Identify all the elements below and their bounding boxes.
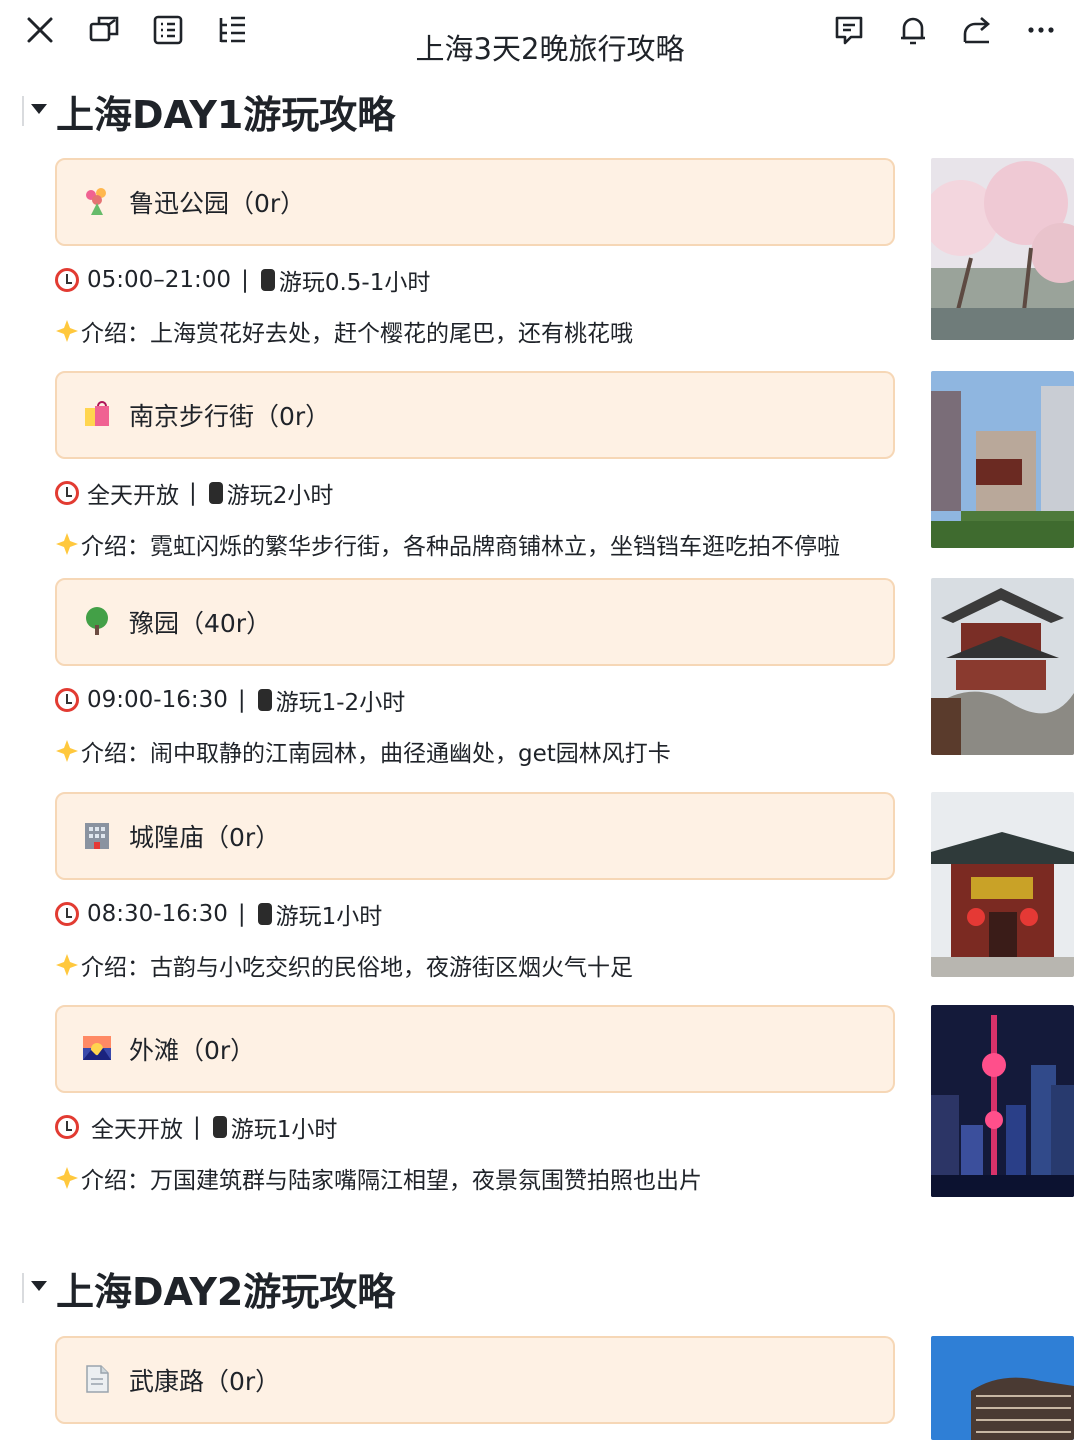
sunset-icon	[83, 1036, 111, 1060]
separator: |	[193, 1114, 201, 1140]
separator: |	[237, 687, 246, 713]
tree-icon	[86, 607, 108, 635]
opening-hours: 05:00–21:00	[87, 267, 232, 293]
visit-duration: 游玩2小时	[226, 483, 334, 509]
opening-hours: 全天开放	[91, 1117, 183, 1143]
spot-intro: 介绍：霓虹闪烁的繁华步行街，各种品牌商铺林立，坐铛铛车逛吃拍不停啦	[81, 534, 840, 560]
spot-intro-row: 介绍：古韵与小吃交织的民俗地，夜游街区烟火气十足	[55, 948, 633, 982]
spot-hours-row: 09:00-16:30 | 游玩1-2小时	[55, 683, 405, 717]
watch-icon	[212, 1116, 227, 1138]
section-title: 上海DAY1游玩攻略	[56, 93, 396, 137]
spot-hours-row: 08:30-16:30 | 游玩1小时	[55, 897, 382, 931]
opening-hours: 08:30-16:30	[87, 901, 228, 927]
spot-nanjing-road: 南京步行街（0r） 全天开放 | 游玩2小时 介绍：霓虹闪烁的繁华步行街，各种品…	[0, 371, 1080, 571]
spot-name: 城隍庙（0r）	[129, 823, 281, 852]
spot-wukang-road: 武康路（0r）	[0, 1336, 1080, 1440]
spot-intro-row: 介绍：闹中取静的江南园林，曲径通幽处，get园林风打卡	[55, 734, 671, 768]
spot-intro: 介绍：上海赏花好去处，赶个樱花的尾巴，还有桃花哦	[81, 321, 633, 347]
spot-yu-garden: 豫园（40r） 09:00-16:30 | 游玩1-2小时 介绍：闹中取静的江南…	[0, 578, 1080, 778]
spot-the-bund: 外滩（0r） 全天开放 | 游玩1小时 介绍：万国建筑群与陆家嘴隔江相望，夜景氛…	[0, 1005, 1080, 1205]
watch-icon	[208, 482, 223, 504]
share-icon[interactable]	[955, 8, 999, 52]
sparkle-star-icon	[56, 1167, 78, 1189]
alarm-clock-icon	[55, 268, 79, 292]
spot-hours-row: 05:00–21:00 | 游玩0.5-1小时	[55, 263, 430, 297]
wukang-mansion-photo[interactable]	[931, 1336, 1074, 1440]
spot-name: 南京步行街（0r）	[129, 402, 331, 431]
cherry-blossom-park-photo[interactable]	[931, 158, 1074, 340]
spot-name: 鲁迅公园（0r）	[129, 189, 306, 218]
alarm-clock-icon	[55, 1115, 79, 1139]
separator: |	[237, 901, 246, 927]
spot-luxun-park: 鲁迅公园（0r） 05:00–21:00 | 游玩0.5-1小时 介绍：上海赏花…	[0, 158, 1080, 358]
visit-duration: 游玩1小时	[230, 1117, 338, 1143]
spot-callout[interactable]: 城隍庙（0r）	[55, 792, 895, 880]
spot-callout[interactable]: 豫园（40r）	[55, 578, 895, 666]
visit-duration: 游玩1-2小时	[275, 690, 406, 716]
opening-hours: 全天开放	[87, 483, 179, 509]
spot-intro-row: 介绍：霓虹闪烁的繁华步行街，各种品牌商铺林立，坐铛铛车逛吃拍不停啦	[55, 527, 840, 561]
spot-intro: 介绍：古韵与小吃交织的民俗地，夜游街区烟火气十足	[81, 955, 633, 981]
spot-callout[interactable]: 南京步行街（0r）	[55, 371, 895, 459]
comment-icon[interactable]	[827, 8, 871, 52]
alarm-clock-icon	[55, 688, 79, 712]
bell-icon[interactable]	[891, 8, 935, 52]
sparkle-star-icon	[56, 533, 78, 555]
bund-night-photo[interactable]	[931, 1005, 1074, 1197]
section-divider	[22, 96, 24, 126]
visit-duration: 游玩0.5-1小时	[278, 270, 431, 296]
separator: |	[189, 480, 197, 506]
section-divider	[22, 1273, 24, 1303]
spot-hours-row: 全天开放 | 游玩2小时	[55, 476, 333, 510]
sparkle-star-icon	[56, 320, 78, 342]
spot-callout[interactable]: 外滩（0r）	[55, 1005, 895, 1093]
more-icon[interactable]	[1019, 8, 1063, 52]
spot-intro: 介绍：闹中取静的江南园林，曲径通幽处，get园林风打卡	[81, 741, 671, 767]
section-title: 上海DAY2游玩攻略	[56, 1270, 396, 1314]
spot-intro-row: 介绍：上海赏花好去处，赶个樱花的尾巴，还有桃花哦	[55, 314, 633, 348]
spot-callout[interactable]: 武康路（0r）	[55, 1336, 895, 1424]
collapse-caret-icon[interactable]	[31, 104, 47, 114]
city-god-temple-photo[interactable]	[931, 792, 1074, 977]
spot-callout[interactable]: 鲁迅公园（0r）	[55, 158, 895, 246]
shopping-bags-icon	[85, 401, 109, 426]
collapse-caret-icon[interactable]	[31, 1281, 47, 1291]
spot-hours-row: 全天开放 | 游玩1小时	[55, 1110, 337, 1144]
section-heading-day1[interactable]: 上海DAY1游玩攻略	[0, 84, 1080, 144]
sparkle-star-icon	[56, 954, 78, 976]
bouquet-icon	[86, 188, 106, 215]
section-heading-day2[interactable]: 上海DAY2游玩攻略	[0, 1261, 1080, 1321]
hotel-icon	[85, 823, 109, 849]
spot-intro: 介绍：万国建筑群与陆家嘴隔江相望，夜景氛围赞拍照也出片	[81, 1168, 702, 1194]
top-bar: 上海3天2晚旅行攻略	[0, 0, 1080, 66]
alarm-clock-icon	[55, 902, 79, 926]
watch-icon	[257, 903, 272, 925]
watch-icon	[257, 689, 272, 711]
sparkle-star-icon	[56, 740, 78, 762]
watch-icon	[260, 269, 275, 291]
separator: |	[241, 267, 249, 293]
spot-name: 武康路（0r）	[129, 1367, 281, 1396]
opening-hours: 09:00-16:30	[87, 687, 228, 713]
spot-name: 豫园（40r）	[129, 609, 272, 638]
spot-name: 外滩（0r）	[129, 1036, 256, 1065]
spot-intro-row: 介绍：万国建筑群与陆家嘴隔江相望，夜景氛围赞拍照也出片	[55, 1161, 702, 1195]
alarm-clock-icon	[55, 481, 79, 505]
page-icon	[86, 1365, 109, 1393]
visit-duration: 游玩1小时	[275, 904, 383, 930]
yu-garden-photo[interactable]	[931, 578, 1074, 755]
nanjing-road-photo[interactable]	[931, 371, 1074, 548]
spot-city-god-temple: 城隍庙（0r） 08:30-16:30 | 游玩1小时 介绍：古韵与小吃交织的民…	[0, 792, 1080, 992]
